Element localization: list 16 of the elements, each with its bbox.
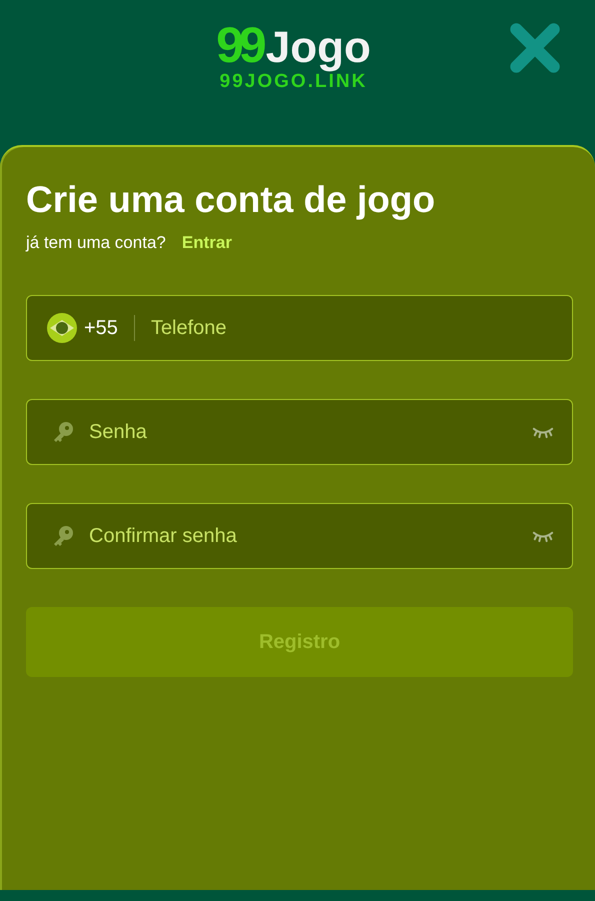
logo-domain: 99JOGO.LINK — [220, 71, 368, 93]
password-field[interactable]: Senha — [26, 399, 573, 465]
flag-icon[interactable] — [47, 313, 77, 343]
eye-closed-icon[interactable] — [532, 426, 554, 438]
login-link[interactable]: Entrar — [182, 233, 232, 253]
phone-field[interactable]: +55 Telefone — [26, 295, 573, 361]
eye-closed-icon[interactable] — [532, 530, 554, 542]
password-input[interactable]: Confirmar senha — [89, 524, 532, 548]
logo-number: 99 — [216, 20, 262, 70]
password-field[interactable]: Confirmar senha — [26, 503, 573, 569]
form-title: Crie uma conta de jogo — [26, 178, 436, 222]
country-code[interactable]: +55 — [84, 316, 118, 340]
login-prompt: já tem uma conta? — [26, 233, 166, 253]
phone-input[interactable]: Telefone — [150, 316, 554, 340]
password-input[interactable]: Senha — [89, 420, 532, 444]
logo-word: Jogo — [266, 26, 371, 70]
